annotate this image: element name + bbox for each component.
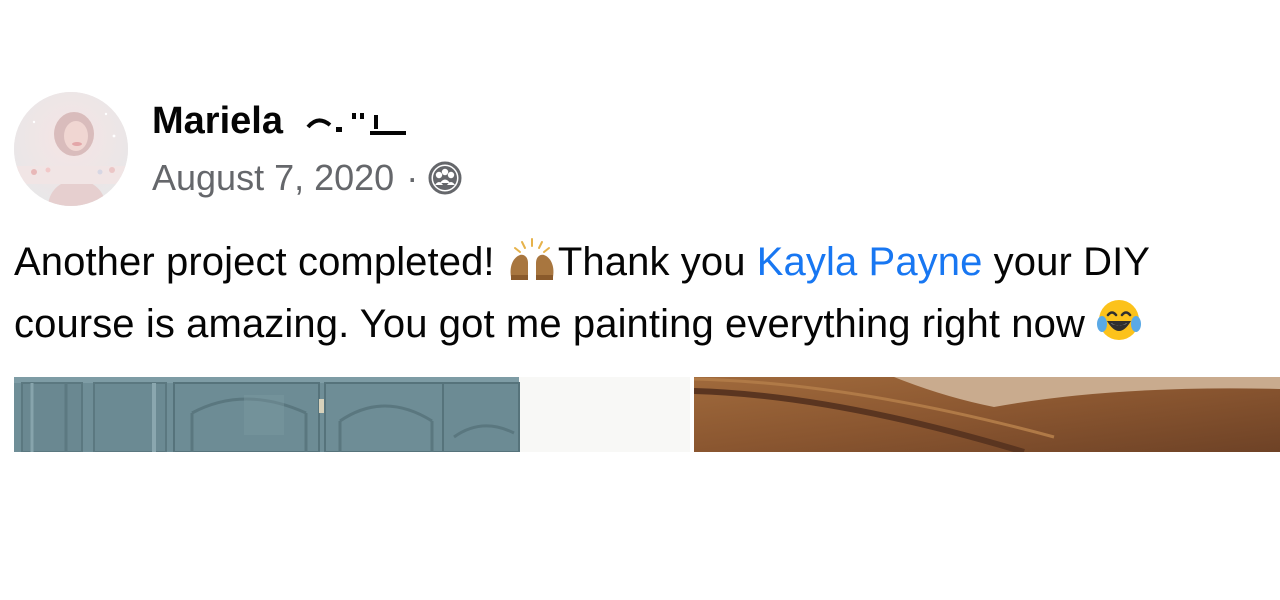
profile-photo-icon: [14, 92, 128, 206]
post-photo-right[interactable]: [694, 377, 1280, 452]
post-meta: August 7, 2020 ·: [152, 155, 463, 201]
post-body: Another project completed! Thank you Kay…: [14, 234, 1276, 358]
post-text-part3: your DIY: [982, 240, 1151, 284]
author-name-text: Mariela: [152, 100, 283, 142]
wood-cabinet-photo: [694, 377, 1280, 452]
redacted-surname-mark: [305, 112, 406, 135]
mention-link[interactable]: Kayla Payne: [757, 240, 983, 284]
raising-hands-emoji-icon: [506, 237, 558, 296]
meta-separator: ·: [406, 157, 419, 198]
author-name[interactable]: Mariela: [152, 97, 408, 145]
post-body-line-1: Another project completed! Thank you Kay…: [14, 234, 1276, 296]
post-text-part1: Another project completed!: [14, 240, 506, 284]
author-avatar[interactable]: [14, 92, 128, 206]
post-date[interactable]: August 7, 2020: [152, 155, 394, 201]
post-text-part2: Thank you: [557, 240, 757, 284]
tears-of-joy-emoji-icon: [1096, 297, 1142, 358]
post-body-line-2: course is amazing. You got me painting e…: [14, 296, 1276, 358]
friends-icon[interactable]: [427, 160, 463, 196]
blue-cabinets-photo: [14, 377, 690, 452]
facebook-post: Mariela August 7, 2020 · Another project…: [0, 0, 1280, 600]
post-text-line2: course is amazing. You got me painting e…: [14, 302, 1097, 346]
post-photo-left[interactable]: [14, 377, 690, 452]
